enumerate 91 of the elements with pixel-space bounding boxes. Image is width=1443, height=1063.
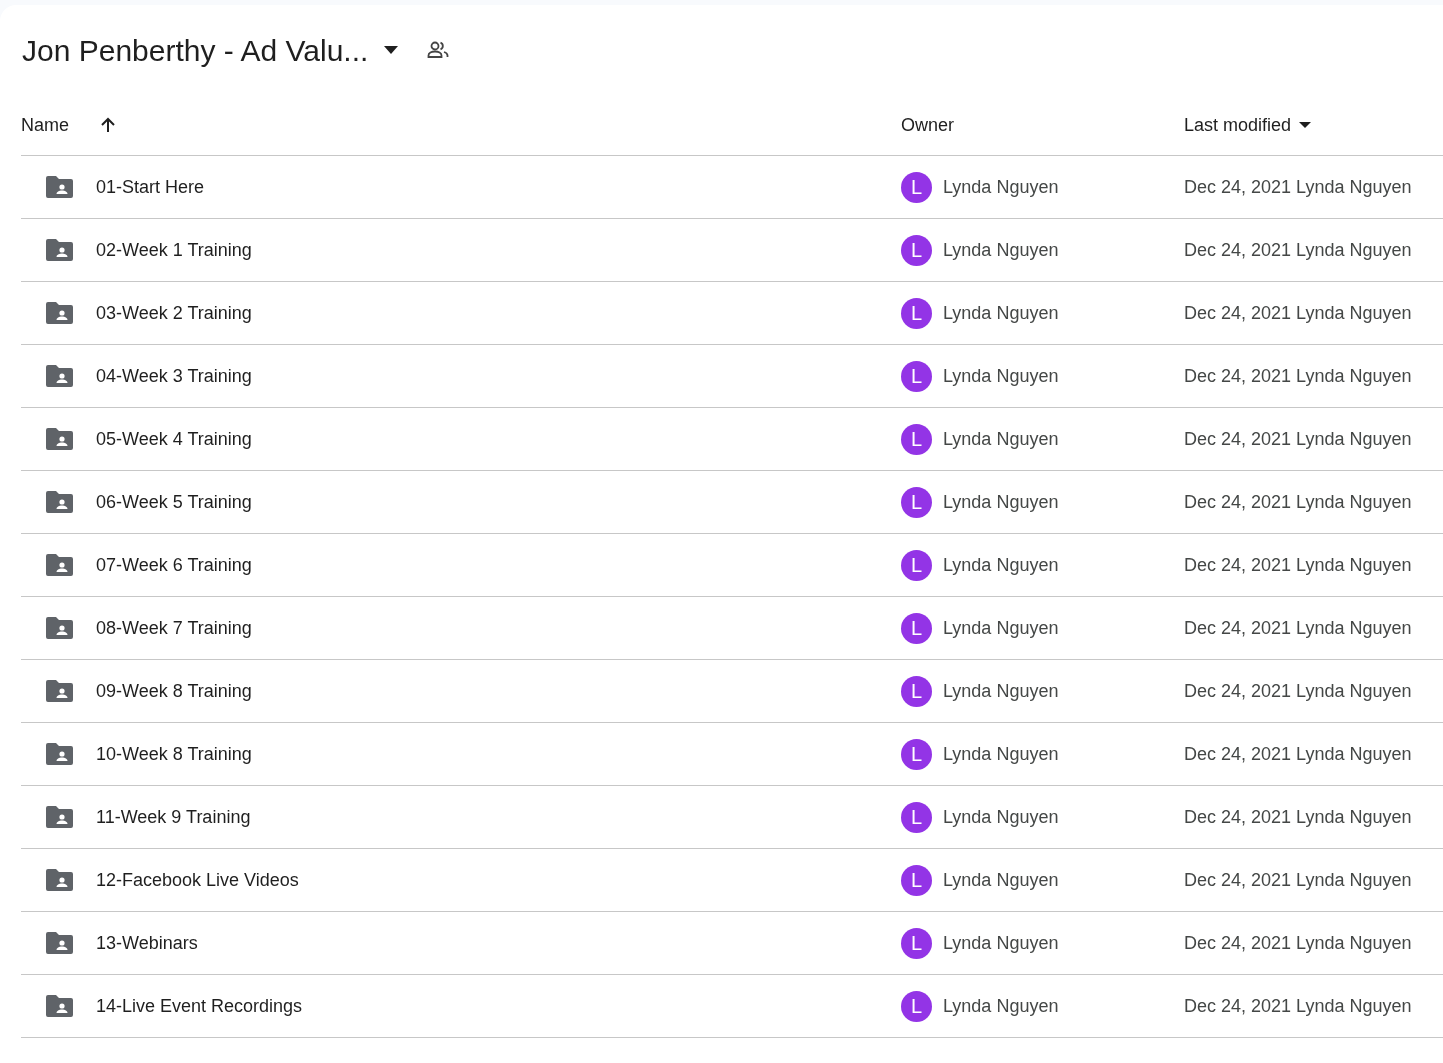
folder-name: 14-Live Event Recordings: [96, 994, 303, 1018]
caret-down-icon: [1299, 122, 1312, 128]
folder-row[interactable]: 12-Facebook Live Videos L Lynda Nguyen Dec 24, 2021 Lynda Nguyen: [21, 849, 1443, 912]
modified-date: Dec 24, 2021 Lynda Nguyen: [1184, 302, 1412, 323]
shared-folder-icon: [46, 806, 73, 828]
avatar: L: [901, 423, 932, 455]
folder-name: 03-Week 2 Training: [96, 301, 252, 325]
folder-row[interactable]: 09-Week 8 Training L Lynda Nguyen Dec 24, 2021 Lynda Nguyen: [21, 660, 1443, 723]
shared-folder-icon: [46, 302, 73, 324]
owner-name: Lynda Nguyen: [943, 301, 1059, 325]
folder-name: 02-Week 1 Training: [96, 238, 252, 262]
modified-date: Dec 24, 2021 Lynda Nguyen: [1184, 365, 1412, 386]
shared-folder-icon: [46, 239, 73, 261]
folder-name: 05-Week 4 Training: [96, 427, 252, 451]
shared-folder-icon: [46, 176, 73, 198]
folder-name: 13-Webinars: [96, 931, 198, 955]
modified-date: Dec 24, 2021 Lynda Nguyen: [1184, 554, 1412, 575]
owner-name: Lynda Nguyen: [943, 238, 1059, 262]
modified-date: Dec 24, 2021 Lynda Nguyen: [1184, 428, 1412, 449]
folder-row[interactable]: 02-Week 1 Training L Lynda Nguyen Dec 24, 2021 Lynda Nguyen: [21, 219, 1443, 282]
avatar: L: [901, 864, 932, 896]
folder-row[interactable]: 08-Week 7 Training L Lynda Nguyen Dec 24, 2021 Lynda Nguyen: [21, 597, 1443, 660]
owner-name: Lynda Nguyen: [943, 553, 1059, 577]
avatar: L: [901, 486, 932, 518]
arrow-up-icon: [99, 116, 117, 134]
owner-name: Lynda Nguyen: [943, 679, 1059, 703]
folder-row[interactable]: 10-Week 8 Training L Lynda Nguyen Dec 24, 2021 Lynda Nguyen: [21, 723, 1443, 786]
shared-folder-icon: [46, 428, 73, 450]
avatar: L: [901, 360, 932, 392]
owner-name: Lynda Nguyen: [943, 364, 1059, 388]
modified-date: Dec 24, 2021 Lynda Nguyen: [1184, 491, 1412, 512]
shared-folder-icon: [46, 491, 73, 513]
shared-folder-icon: [46, 995, 73, 1017]
shared-folder-icon: [46, 932, 73, 954]
owner-name: Lynda Nguyen: [943, 931, 1059, 955]
avatar: L: [901, 990, 932, 1022]
owner-name: Lynda Nguyen: [943, 868, 1059, 892]
folder-name: 04-Week 3 Training: [96, 364, 252, 388]
shared-folder-icon: [46, 869, 73, 891]
folder-name: 10-Week 8 Training: [96, 742, 252, 766]
caret-down-icon: [384, 46, 399, 54]
folder-row[interactable]: 14-Live Event Recordings L Lynda Nguyen Dec 24, 2021 Lynda Nguyen: [21, 975, 1443, 1038]
avatar: L: [901, 171, 932, 203]
column-header[interactable]: Last modified: [1184, 111, 1312, 139]
folder-name: 11-Week 9 Training: [96, 805, 251, 829]
shared-folder-icon: [46, 680, 73, 702]
modified-date: Dec 24, 2021 Lynda Nguyen: [1184, 995, 1412, 1016]
folder-row[interactable]: 07-Week 6 Training L Lynda Nguyen Dec 24, 2021 Lynda Nguyen: [21, 534, 1443, 597]
owner-name: Lynda Nguyen: [943, 742, 1059, 766]
avatar: L: [901, 297, 932, 329]
avatar: L: [901, 738, 932, 770]
owner-name: Lynda Nguyen: [943, 805, 1059, 829]
folder-name: 01-Start Here: [96, 175, 205, 199]
owner-name: Lynda Nguyen: [943, 427, 1059, 451]
folder-row[interactable]: 04-Week 3 Training L Lynda Nguyen Dec 24, 2021 Lynda Nguyen: [21, 345, 1443, 408]
avatar: L: [901, 801, 932, 833]
modified-date: Dec 24, 2021 Lynda Nguyen: [1184, 932, 1412, 953]
folder-name: 07-Week 6 Training: [96, 553, 252, 577]
folder-name: 09-Week 8 Training: [96, 679, 252, 703]
folder-name: 12-Facebook Live Videos: [96, 868, 299, 892]
folder-row[interactable]: 05-Week 4 Training L Lynda Nguyen Dec 24, 2021 Lynda Nguyen: [21, 408, 1443, 471]
column-header[interactable]: Owner: [901, 111, 954, 139]
folder-name: 08-Week 7 Training: [96, 616, 252, 640]
shared-folder-icon: [46, 365, 73, 387]
modified-date: Dec 24, 2021 Lynda Nguyen: [1184, 239, 1412, 260]
folder-name: 06-Week 5 Training: [96, 490, 252, 514]
modified-date: Dec 24, 2021 Lynda Nguyen: [1184, 680, 1412, 701]
folder-row[interactable]: 13-Webinars L Lynda Nguyen Dec 24, 2021 Lynda Nguyen: [21, 912, 1443, 975]
folder-title-button[interactable]: Jon Penberthy - Ad Valu...: [22, 27, 399, 73]
shared-folder-icon: [46, 617, 73, 639]
column-header[interactable]: Name: [21, 111, 117, 139]
folder-row[interactable]: 11-Week 9 Training L Lynda Nguyen Dec 24, 2021 Lynda Nguyen: [21, 786, 1443, 849]
folder-row[interactable]: 03-Week 2 Training L Lynda Nguyen Dec 24, 2021 Lynda Nguyen: [21, 282, 1443, 345]
modified-date: Dec 24, 2021 Lynda Nguyen: [1184, 617, 1412, 638]
avatar: L: [901, 927, 932, 959]
modified-date: Dec 24, 2021 Lynda Nguyen: [1184, 743, 1412, 764]
owner-name: Lynda Nguyen: [943, 175, 1059, 199]
shared-folder-icon: [46, 554, 73, 576]
owner-name: Lynda Nguyen: [943, 490, 1059, 514]
modified-date: Dec 24, 2021 Lynda Nguyen: [1184, 176, 1412, 197]
owner-name: Lynda Nguyen: [943, 616, 1059, 640]
shared-folder-icon: [46, 743, 73, 765]
folder-row[interactable]: 06-Week 5 Training L Lynda Nguyen Dec 24, 2021 Lynda Nguyen: [21, 471, 1443, 534]
avatar: L: [901, 675, 932, 707]
folder-row[interactable]: 01-Start Here L Lynda Nguyen Dec 24, 2021 Lynda Nguyen: [21, 156, 1443, 219]
avatar: L: [901, 612, 932, 644]
owner-name: Lynda Nguyen: [943, 994, 1059, 1018]
avatar: L: [901, 549, 932, 581]
modified-date: Dec 24, 2021 Lynda Nguyen: [1184, 806, 1412, 827]
modified-date: Dec 24, 2021 Lynda Nguyen: [1184, 869, 1412, 890]
avatar: L: [901, 234, 932, 266]
